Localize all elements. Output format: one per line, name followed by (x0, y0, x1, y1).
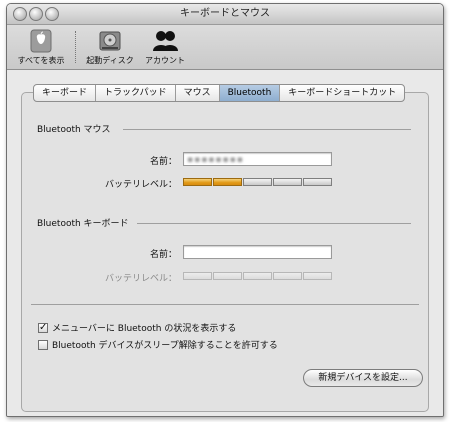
tab-mouse[interactable]: マウス (176, 85, 220, 101)
battery-segment (213, 272, 242, 280)
toolbar: すべてを表示 起動ディスク アカウント (7, 25, 443, 70)
battery-segment (273, 178, 302, 186)
mouse-name-label: 名前： (149, 157, 177, 167)
tab-keyboard[interactable]: キーボード (34, 85, 97, 101)
accounts-button[interactable]: アカウント (141, 27, 189, 67)
battery-segment (303, 272, 332, 280)
keyboard-name-field[interactable] (183, 245, 332, 259)
mouse-section-line (123, 129, 411, 130)
battery-segment (183, 178, 212, 186)
show-in-menu-row[interactable]: ✓ メニューバーに Bluetooth の状況を表示する (38, 321, 236, 334)
battery-segment (303, 178, 332, 186)
apple-grid-icon (30, 29, 52, 53)
accounts-icon (153, 31, 178, 51)
mouse-name-value: ▪▪▪▪▪▪▪▪ (187, 155, 244, 165)
options-divider (31, 304, 419, 305)
battery-segment (213, 178, 242, 186)
keyboard-battery-label: バッテリレベル： (104, 274, 177, 284)
allow-wake-label: Bluetooth デバイスがスリープ解除することを許可する (52, 341, 278, 351)
startup-disk-button[interactable]: 起動ディスク (81, 27, 139, 67)
mouse-battery-label: バッテリレベル： (104, 180, 177, 190)
toolbar-separator (75, 31, 76, 63)
keyboard-battery-meter (183, 272, 333, 280)
allow-wake-row[interactable]: Bluetooth デバイスがスリープ解除することを許可する (38, 338, 278, 351)
hard-disk-icon (99, 31, 121, 51)
mouse-battery-meter (183, 178, 333, 186)
content-area: キーボード トラックパッド マウス Bluetooth キーボードショートカット… (7, 70, 443, 416)
mouse-section-title: Bluetooth マウス (37, 125, 111, 135)
preferences-window: キーボードとマウス すべてを表示 起動ディスク アカウント キーボード トラック… (6, 3, 444, 417)
keyboard-section-line (137, 223, 411, 224)
show-all-label: すべてを表示 (17, 56, 65, 65)
show-in-menu-checkbox[interactable]: ✓ (38, 322, 48, 333)
mouse-name-field[interactable]: ▪▪▪▪▪▪▪▪ (183, 152, 332, 166)
battery-segment (243, 272, 272, 280)
battery-segment (183, 272, 212, 280)
title-bar[interactable]: キーボードとマウス (7, 4, 443, 25)
tab-bluetooth[interactable]: Bluetooth (219, 85, 281, 101)
tab-trackpad[interactable]: トラックパッド (96, 85, 176, 101)
window-title: キーボードとマウス (180, 8, 270, 19)
accounts-label: アカウント (145, 56, 185, 65)
battery-segment (273, 272, 302, 280)
allow-wake-checkbox[interactable] (38, 339, 48, 350)
show-in-menu-label: メニューバーに Bluetooth の状況を表示する (52, 324, 237, 334)
setup-new-device-button[interactable]: 新規デバイスを設定... (303, 369, 423, 387)
keyboard-name-label: 名前： (149, 250, 177, 260)
keyboard-section-title: Bluetooth キーボード (37, 219, 129, 229)
startup-disk-label: 起動ディスク (86, 56, 134, 65)
battery-segment (243, 178, 272, 186)
show-all-button[interactable]: すべてを表示 (13, 27, 69, 67)
tab-keyboard-shortcuts[interactable]: キーボードショートカット (280, 85, 404, 101)
tab-bar: キーボード トラックパッド マウス Bluetooth キーボードショートカット (33, 84, 406, 102)
